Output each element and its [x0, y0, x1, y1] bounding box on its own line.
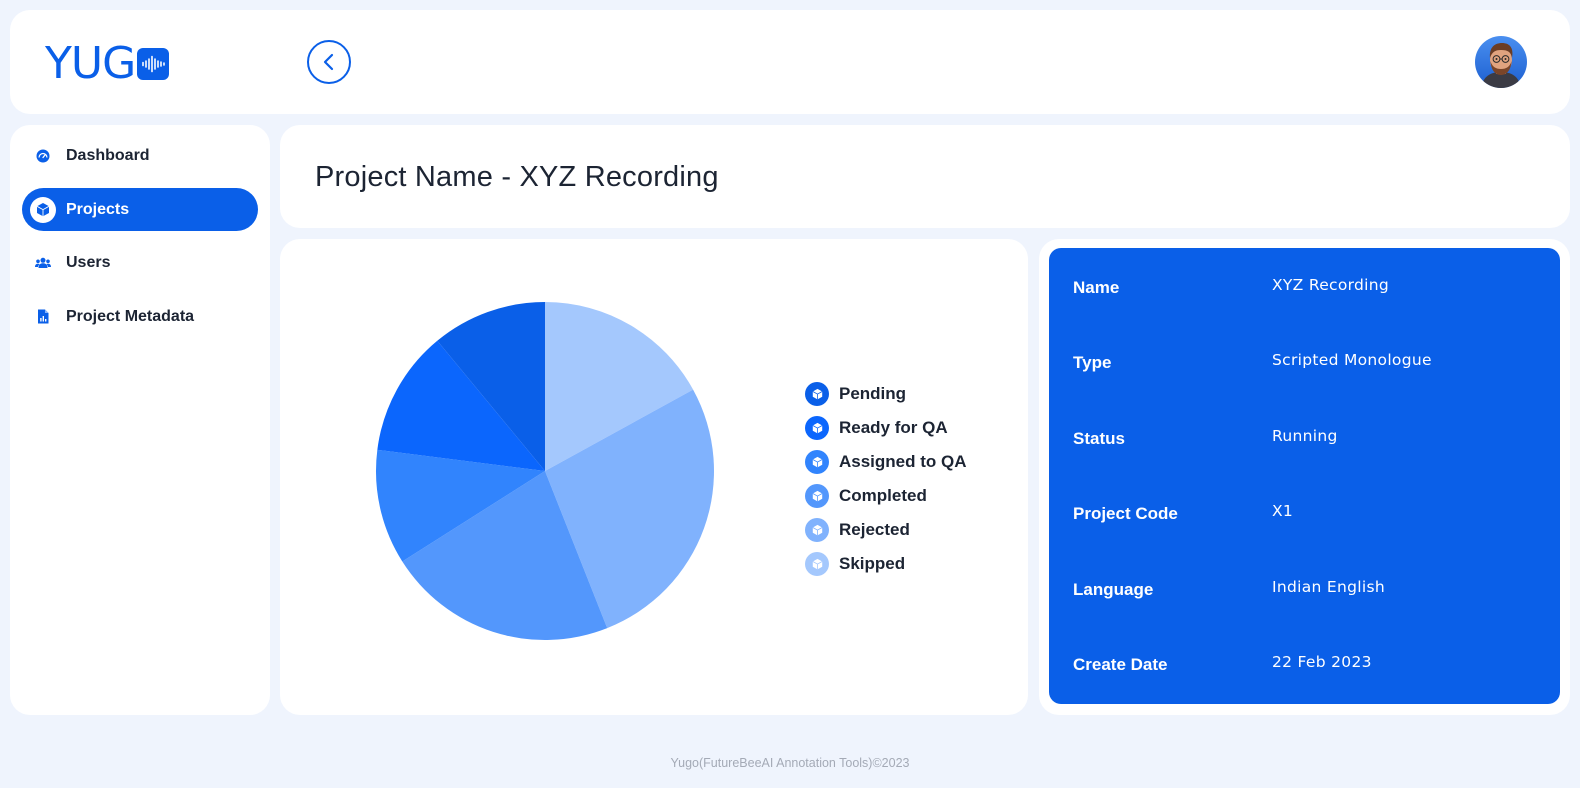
info-key: Create Date: [1073, 655, 1168, 674]
sidebar-item-label: Users: [66, 253, 111, 271]
sidebar-item-dashboard[interactable]: Dashboard: [22, 134, 258, 177]
cube-icon: [805, 518, 829, 542]
chart-legend: Pending Ready for QA Assigned to QA Complet…: [805, 377, 967, 581]
page-header: Project Name - XYZ Recording: [280, 125, 1570, 228]
legend-item[interactable]: Ready for QA: [805, 411, 967, 445]
cube-icon: [805, 450, 829, 474]
logo-text: YUG: [45, 38, 136, 89]
legend-item[interactable]: Completed: [805, 479, 967, 513]
info-key: Project Code: [1073, 504, 1178, 523]
sidebar-item-projects[interactable]: Projects: [22, 188, 258, 231]
yugo-logo[interactable]: YUG: [45, 38, 170, 89]
project-details: Name XYZ Recording Type Scripted Monolog…: [1049, 248, 1560, 704]
legend-item[interactable]: Skipped: [805, 547, 967, 581]
sidebar-item-label: Project Metadata: [66, 307, 195, 325]
info-value: 22 Feb 2023: [1272, 653, 1372, 671]
legend-label: Skipped: [839, 554, 906, 573]
sidebar-item-label: Dashboard: [66, 146, 150, 164]
users-icon: [30, 250, 56, 276]
status-pie-chart: [376, 302, 714, 640]
info-key: Language: [1073, 580, 1154, 599]
cube-icon: [805, 382, 829, 406]
legend-label: Pending: [839, 384, 907, 403]
cube-icon: [30, 196, 56, 223]
info-value: Scripted Monologue: [1272, 351, 1432, 369]
sidebar-item-label: Projects: [66, 200, 130, 218]
chevron-left-icon: [323, 53, 334, 71]
legend-item[interactable]: Rejected: [805, 513, 967, 547]
cube-icon: [805, 416, 829, 440]
legend-item[interactable]: Assigned to QA: [805, 445, 967, 479]
footer-copyright: Yugo(FutureBeeAI Annotation Tools)©2023: [670, 756, 910, 770]
legend-label: Rejected: [839, 520, 910, 539]
cube-icon: [805, 484, 829, 508]
info-key: Type: [1073, 353, 1112, 372]
sidebar: Dashboard Projects Users Project Metadat…: [10, 125, 270, 715]
top-bar: YUG: [10, 10, 1570, 114]
info-value: X1: [1272, 502, 1294, 520]
sidebar-item-project-metadata[interactable]: Project Metadata: [22, 295, 258, 338]
info-value: Running: [1272, 427, 1338, 445]
status-chart-card: Pending Ready for QA Assigned to QA Complet…: [280, 239, 1028, 715]
waveform-icon: [137, 48, 170, 80]
page-title: Project Name - XYZ Recording: [315, 161, 719, 193]
user-avatar[interactable]: [1475, 36, 1527, 88]
info-key: Status: [1073, 429, 1125, 448]
legend-label: Completed: [839, 486, 927, 505]
sidebar-item-users[interactable]: Users: [22, 241, 258, 284]
info-value: Indian English: [1272, 578, 1385, 596]
legend-label: Ready for QA: [839, 418, 948, 437]
cube-icon: [805, 552, 829, 576]
project-info-panel: Name XYZ Recording Type Scripted Monolog…: [1039, 239, 1570, 715]
speedometer-icon: [30, 143, 56, 169]
legend-label: Assigned to QA: [839, 452, 967, 471]
info-value: XYZ Recording: [1272, 276, 1390, 294]
legend-item[interactable]: Pending: [805, 377, 967, 411]
document-chart-icon: [30, 304, 56, 330]
info-key: Name: [1073, 278, 1120, 297]
back-button[interactable]: [307, 40, 351, 84]
